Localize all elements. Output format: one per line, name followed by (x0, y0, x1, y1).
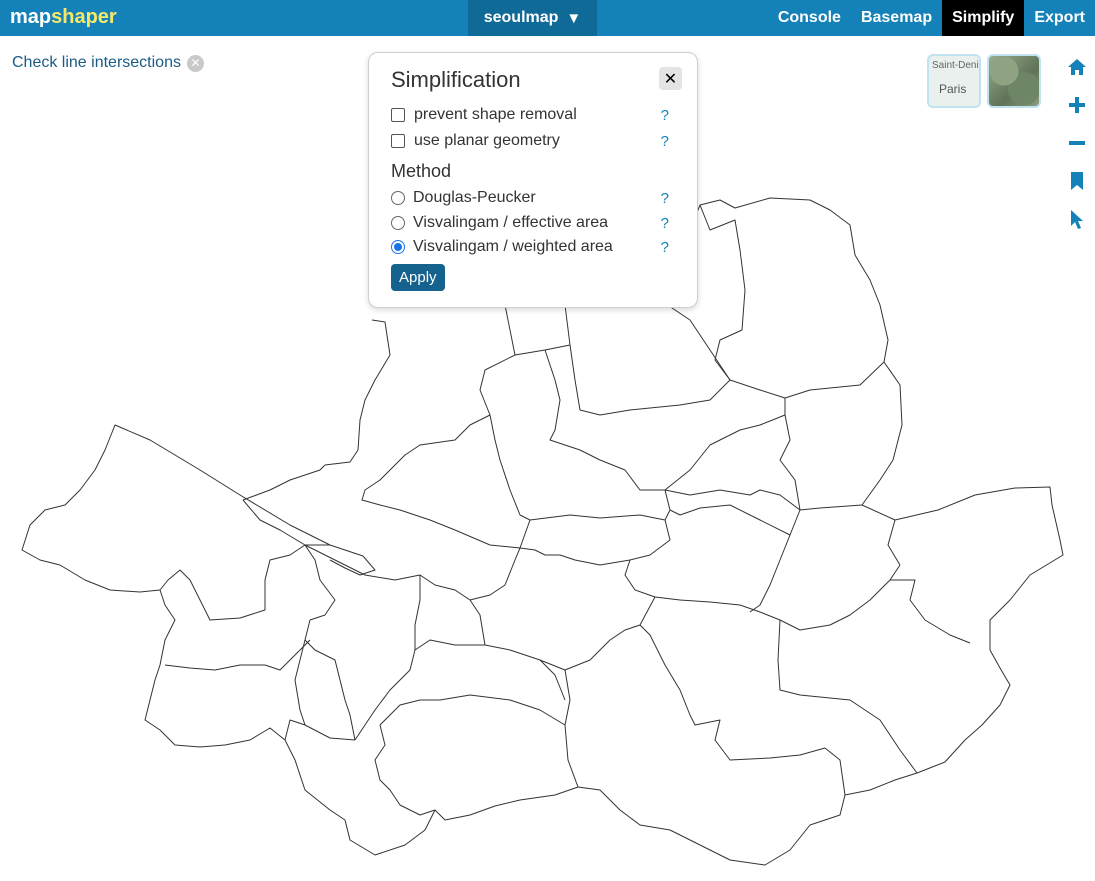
method-heading: Method (391, 161, 452, 181)
map-district-border (469, 596, 656, 671)
map-district-border (779, 398, 801, 511)
planar-geometry-checkbox[interactable] (391, 134, 405, 148)
map-district-border (564, 669, 579, 788)
method-visvalingam-weighted[interactable]: Visvalingam / weighted area ? (391, 236, 681, 258)
pointer-icon[interactable] (1064, 206, 1090, 232)
help-link[interactable]: ? (661, 190, 669, 207)
zoom-in-icon[interactable] (1064, 92, 1090, 118)
layer-name: seoulmap (483, 9, 559, 26)
map-district-border (284, 719, 356, 741)
map-district-border (414, 575, 421, 650)
map-district-border (749, 509, 801, 613)
visvalingam-weighted-radio[interactable] (391, 240, 405, 254)
option-planar-geometry[interactable]: use planar geometry ? (391, 130, 681, 152)
prevent-shape-removal-checkbox[interactable] (391, 108, 405, 122)
app-logo: mapshaper (10, 6, 117, 29)
map-district-border (324, 319, 391, 466)
map-district-border (159, 544, 306, 621)
basemap-satellite-thumb[interactable] (987, 54, 1041, 108)
method-visvalingam-effective[interactable]: Visvalingam / effective area ? (391, 212, 681, 234)
caret-down-icon: ▼ (566, 9, 582, 27)
method-label: Visvalingam / weighted area (413, 238, 613, 255)
logo-text-shaper: shaper (51, 6, 117, 28)
map-district-border (164, 639, 311, 671)
close-icon[interactable]: ✕ (659, 67, 682, 90)
simplify-button[interactable]: Simplify (942, 0, 1025, 36)
method-label: Visvalingam / effective area (413, 214, 609, 231)
option-label: prevent shape removal (414, 106, 577, 123)
help-link[interactable]: ? (661, 133, 669, 150)
map-district-border (242, 464, 326, 501)
method-label: Douglas-Peucker (413, 189, 536, 206)
map-district-border (569, 344, 731, 416)
simplify-dialog: Simplification ✕ prevent shape removal ?… (368, 52, 698, 308)
map-river-border (304, 514, 671, 601)
top-bar: mapshaper seoulmap ▼ Console Basemap Sim… (0, 0, 1095, 36)
help-link[interactable]: ? (661, 215, 669, 232)
map-district-border (539, 659, 566, 701)
help-link[interactable]: ? (661, 239, 669, 256)
map-district-border (304, 544, 356, 741)
map-district-border (379, 694, 566, 726)
logo-text-map: map (10, 6, 52, 28)
map-district-border (624, 559, 901, 631)
visvalingam-effective-radio[interactable] (391, 216, 405, 230)
map-district-border (664, 509, 671, 521)
layer-menu-button[interactable]: seoulmap ▼ (468, 0, 597, 36)
basemap-streets-thumb[interactable]: Saint-Deni Paris (927, 54, 981, 108)
bookmark-icon[interactable] (1064, 168, 1090, 194)
map-district-border (777, 619, 918, 774)
map-district-border (294, 639, 306, 726)
map-tools (1064, 54, 1090, 244)
zoom-out-icon[interactable] (1064, 130, 1090, 156)
method-douglas-peucker[interactable]: Douglas-Peucker ? (391, 187, 681, 209)
map-district-border (361, 414, 521, 549)
home-icon[interactable] (1064, 54, 1090, 80)
export-button[interactable]: Export (1024, 0, 1095, 36)
douglas-peucker-radio[interactable] (391, 191, 405, 205)
console-button[interactable]: Console (768, 0, 851, 36)
option-prevent-shape-removal[interactable]: prevent shape removal ? (391, 104, 681, 126)
main-nav: Console Basemap Simplify Export (768, 0, 1095, 36)
map-district-border (890, 579, 971, 644)
option-label: use planar geometry (414, 132, 560, 149)
map-river-border (519, 547, 546, 556)
map-district-border (374, 724, 436, 816)
map-district-border (887, 519, 901, 566)
map-district-border (639, 624, 846, 796)
map-district-border (329, 555, 376, 576)
basemap-place-label: Saint-Deni (932, 60, 979, 71)
map-district-border (664, 489, 863, 536)
dialog-title: Simplification (391, 67, 521, 92)
apply-button[interactable]: Apply (391, 264, 445, 291)
map-district-border (699, 204, 746, 381)
basemap-button[interactable]: Basemap (851, 0, 942, 36)
basemap-city-label: Paris (939, 82, 967, 96)
map-district-border (354, 639, 485, 741)
map-district-border (479, 354, 531, 521)
map-district-border (544, 349, 786, 491)
help-link[interactable]: ? (661, 107, 669, 124)
